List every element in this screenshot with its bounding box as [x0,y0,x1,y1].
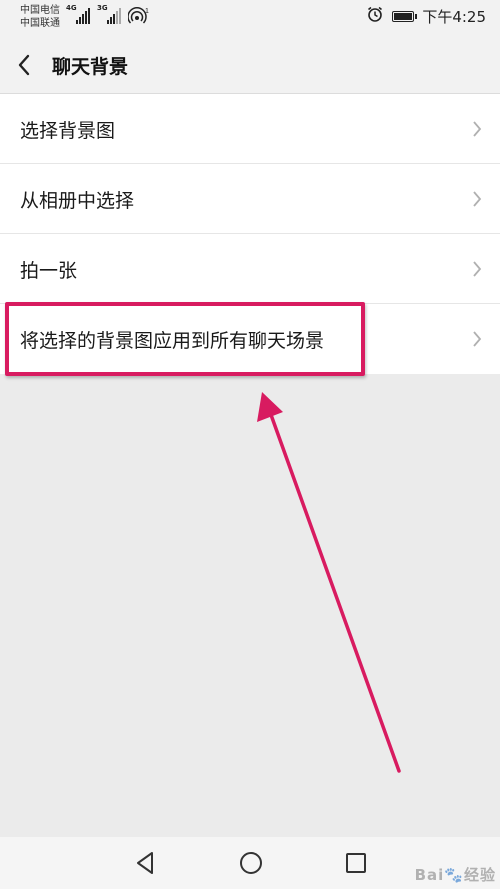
nav-home-button[interactable] [236,849,266,877]
menu-item-take-photo[interactable]: 拍一张 [0,234,500,304]
signal-2-icon: 3G [97,4,121,24]
chevron-right-icon [473,121,482,137]
status-bar: 中国电信 中国联通 4G 3G 1 下午4:25 [0,0,500,36]
chevron-right-icon [473,261,482,277]
navigation-bar: Bai🐾经验 [0,837,500,889]
back-arrow-icon [18,54,30,76]
menu-item-apply-to-all-chats[interactable]: 将选择的背景图应用到所有聊天场景 [0,304,500,374]
hotspot-count: 1 [145,8,149,15]
triangle-back-icon [137,852,153,874]
alarm-icon [366,5,384,27]
nav-recents-button[interactable] [341,849,371,877]
nav-back-button[interactable] [130,849,160,877]
carrier-info: 中国电信 中国联通 [20,4,60,30]
square-recents-icon [346,853,366,873]
chevron-right-icon [473,191,482,207]
menu-item-label: 将选择的背景图应用到所有聊天场景 [20,330,325,352]
circle-home-icon [240,852,262,874]
menu-item-label: 拍一张 [20,260,78,282]
network-1-label: 4G [66,4,77,12]
status-right: 下午4:25 [366,6,486,26]
status-time: 下午4:25 [422,7,486,26]
back-button[interactable] [10,48,40,82]
menu-item-choose-from-album[interactable]: 从相册中选择 [0,164,500,234]
carrier-1-label: 中国电信 [20,5,60,16]
chevron-right-icon [473,331,482,347]
battery-icon [392,10,418,22]
signal-1-icon: 4G [66,4,90,24]
hotspot-icon: 1 [127,6,149,26]
menu-item-label: 选择背景图 [20,120,116,142]
title-bar: 聊天背景 [0,36,500,94]
menu-item-choose-background[interactable]: 选择背景图 [0,94,500,164]
menu-item-label: 从相册中选择 [20,190,135,212]
watermark-logo: Bai🐾经验 [414,866,496,884]
carrier-2-label: 中国联通 [20,18,60,29]
page-title: 聊天背景 [52,56,129,78]
settings-list: 选择背景图 从相册中选择 拍一张 将选择的背景图应用到所有聊天场景 [0,94,500,374]
network-2-label: 3G [97,4,108,12]
